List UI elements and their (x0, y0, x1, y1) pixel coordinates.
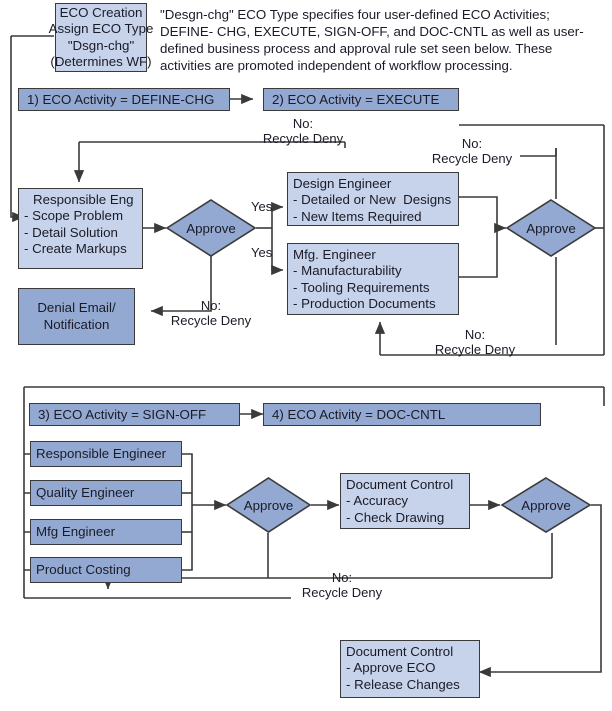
quality-engineer-node: Quality Engineer (30, 480, 182, 506)
edge-label-no-top-left: No: Recycle Deny (262, 116, 344, 146)
approve-define-chg-decision: Approve (165, 198, 257, 258)
responsible-eng-node: Responsible Eng - Scope Problem - Detail… (18, 188, 143, 269)
mfg-engineer-line-2: - Manufacturability (293, 263, 402, 279)
approve-doc-cntl-label: Approve (521, 497, 571, 513)
edge-label-yes-design: Yes (251, 199, 273, 214)
edge-label-no-signoff: No: Recycle Deny (301, 570, 383, 600)
activity-execute-label: 2) ECO Activity = EXECUTE (272, 92, 440, 107)
product-costing-label: Product Costing (36, 561, 131, 577)
doc-control-release-line-3: - Release Changes (346, 676, 460, 692)
eco-creation-line-3: "Dsgn-chg" (67, 37, 135, 53)
intro-paragraph: "Desgn-chg" ECO Type specifies four user… (160, 6, 606, 74)
denial-email-line-2: Notification (43, 316, 110, 332)
doc-control-check-line-3: - Check Drawing (346, 509, 445, 525)
activity-execute: 2) ECO Activity = EXECUTE (263, 88, 459, 111)
activity-sign-off: 3) ECO Activity = SIGN-OFF (29, 403, 240, 426)
eco-creation-node: ECO Creation Assign ECO Type "Dsgn-chg" … (49, 3, 153, 72)
design-engineer-line-2: - Detailed or New Designs (293, 192, 452, 208)
edge-approve1-yes-design (271, 201, 284, 228)
doc-control-check-line-2: - Accuracy (346, 493, 409, 509)
approve-define-chg-label: Approve (186, 220, 236, 236)
approve-doc-cntl-decision: Approve (500, 476, 592, 534)
approve-execute-decision: Approve (505, 198, 597, 258)
product-costing-node: Product Costing (30, 557, 182, 583)
responsible-engineer-label: Responsible Engineer (36, 445, 167, 461)
responsible-eng-line-3: - Detail Solution (24, 224, 118, 240)
edge-label-no-mfg-recycle: No: Recycle Deny (434, 327, 516, 357)
approve-execute-label: Approve (526, 220, 576, 236)
mfg-engineer-node: Mfg. Engineer - Manufacturability - Tool… (287, 243, 459, 315)
mfg-engineer-signoff-label: Mfg Engineer (36, 523, 116, 539)
doc-control-release-line-2: - Approve ECO (346, 660, 436, 676)
edge-label-yes-mfg: Yes (251, 245, 273, 260)
eco-workflow-diagram: ECO Creation Assign ECO Type "Dsgn-chg" … (0, 0, 612, 711)
edge-design-to-approve2 (459, 196, 507, 234)
responsible-eng-line-1: Responsible Eng (33, 192, 134, 207)
design-engineer-line-1: Design Engineer (293, 176, 392, 191)
denial-email-node: Denial Email/ Notification (18, 288, 135, 345)
design-engineer-node: Design Engineer - Detailed or New Design… (287, 172, 459, 226)
edge-approve1-yes-mfg (271, 228, 284, 276)
activity-doc-cntl-label: 4) ECO Activity = DOC-CNTL (272, 407, 446, 422)
responsible-engineer-node: Responsible Engineer (30, 441, 182, 467)
eco-creation-line-4: (Determines WF) (50, 53, 152, 69)
activity-define-chg-label: 1) ECO Activity = DEFINE-CHG (27, 92, 215, 107)
denial-email-line-1: Denial Email/ (37, 300, 116, 316)
edge-label-no-denial: No: Recycle Deny (170, 298, 252, 328)
mfg-engineer-line-3: - Tooling Requirements (293, 279, 430, 295)
document-control-release-node: Document Control - Approve ECO - Release… (340, 640, 480, 698)
activity-define-chg: 1) ECO Activity = DEFINE-CHG (18, 88, 230, 111)
mfg-engineer-line-4: - Production Documents (293, 296, 436, 312)
edge-label-no-top-right: No: Recycle Deny (431, 136, 513, 166)
document-control-check-node: Document Control - Accuracy - Check Draw… (340, 473, 470, 529)
doc-control-release-line-1: Document Control (346, 644, 454, 659)
quality-engineer-label: Quality Engineer (36, 484, 135, 500)
mfg-engineer-line-1: Mfg. Engineer (293, 247, 376, 262)
approve-sign-off-label: Approve (243, 497, 294, 513)
eco-creation-line-1: ECO Creation (59, 4, 143, 20)
responsible-eng-line-4: - Create Markups (24, 241, 127, 257)
approve-sign-off-decision: Approve (225, 476, 312, 534)
eco-creation-line-2: Assign ECO Type (48, 21, 154, 37)
activity-sign-off-label: 3) ECO Activity = SIGN-OFF (38, 407, 207, 422)
intro-line-4: promoted independent of workflow process… (237, 58, 513, 73)
doc-control-check-line-1: Document Control (346, 477, 454, 492)
mfg-engineer-signoff-node: Mfg Engineer (30, 519, 182, 545)
activity-doc-cntl: 4) ECO Activity = DOC-CNTL (263, 403, 541, 426)
responsible-eng-line-2: - Scope Problem (24, 208, 124, 224)
design-engineer-line-3: - New Items Required (293, 208, 422, 224)
